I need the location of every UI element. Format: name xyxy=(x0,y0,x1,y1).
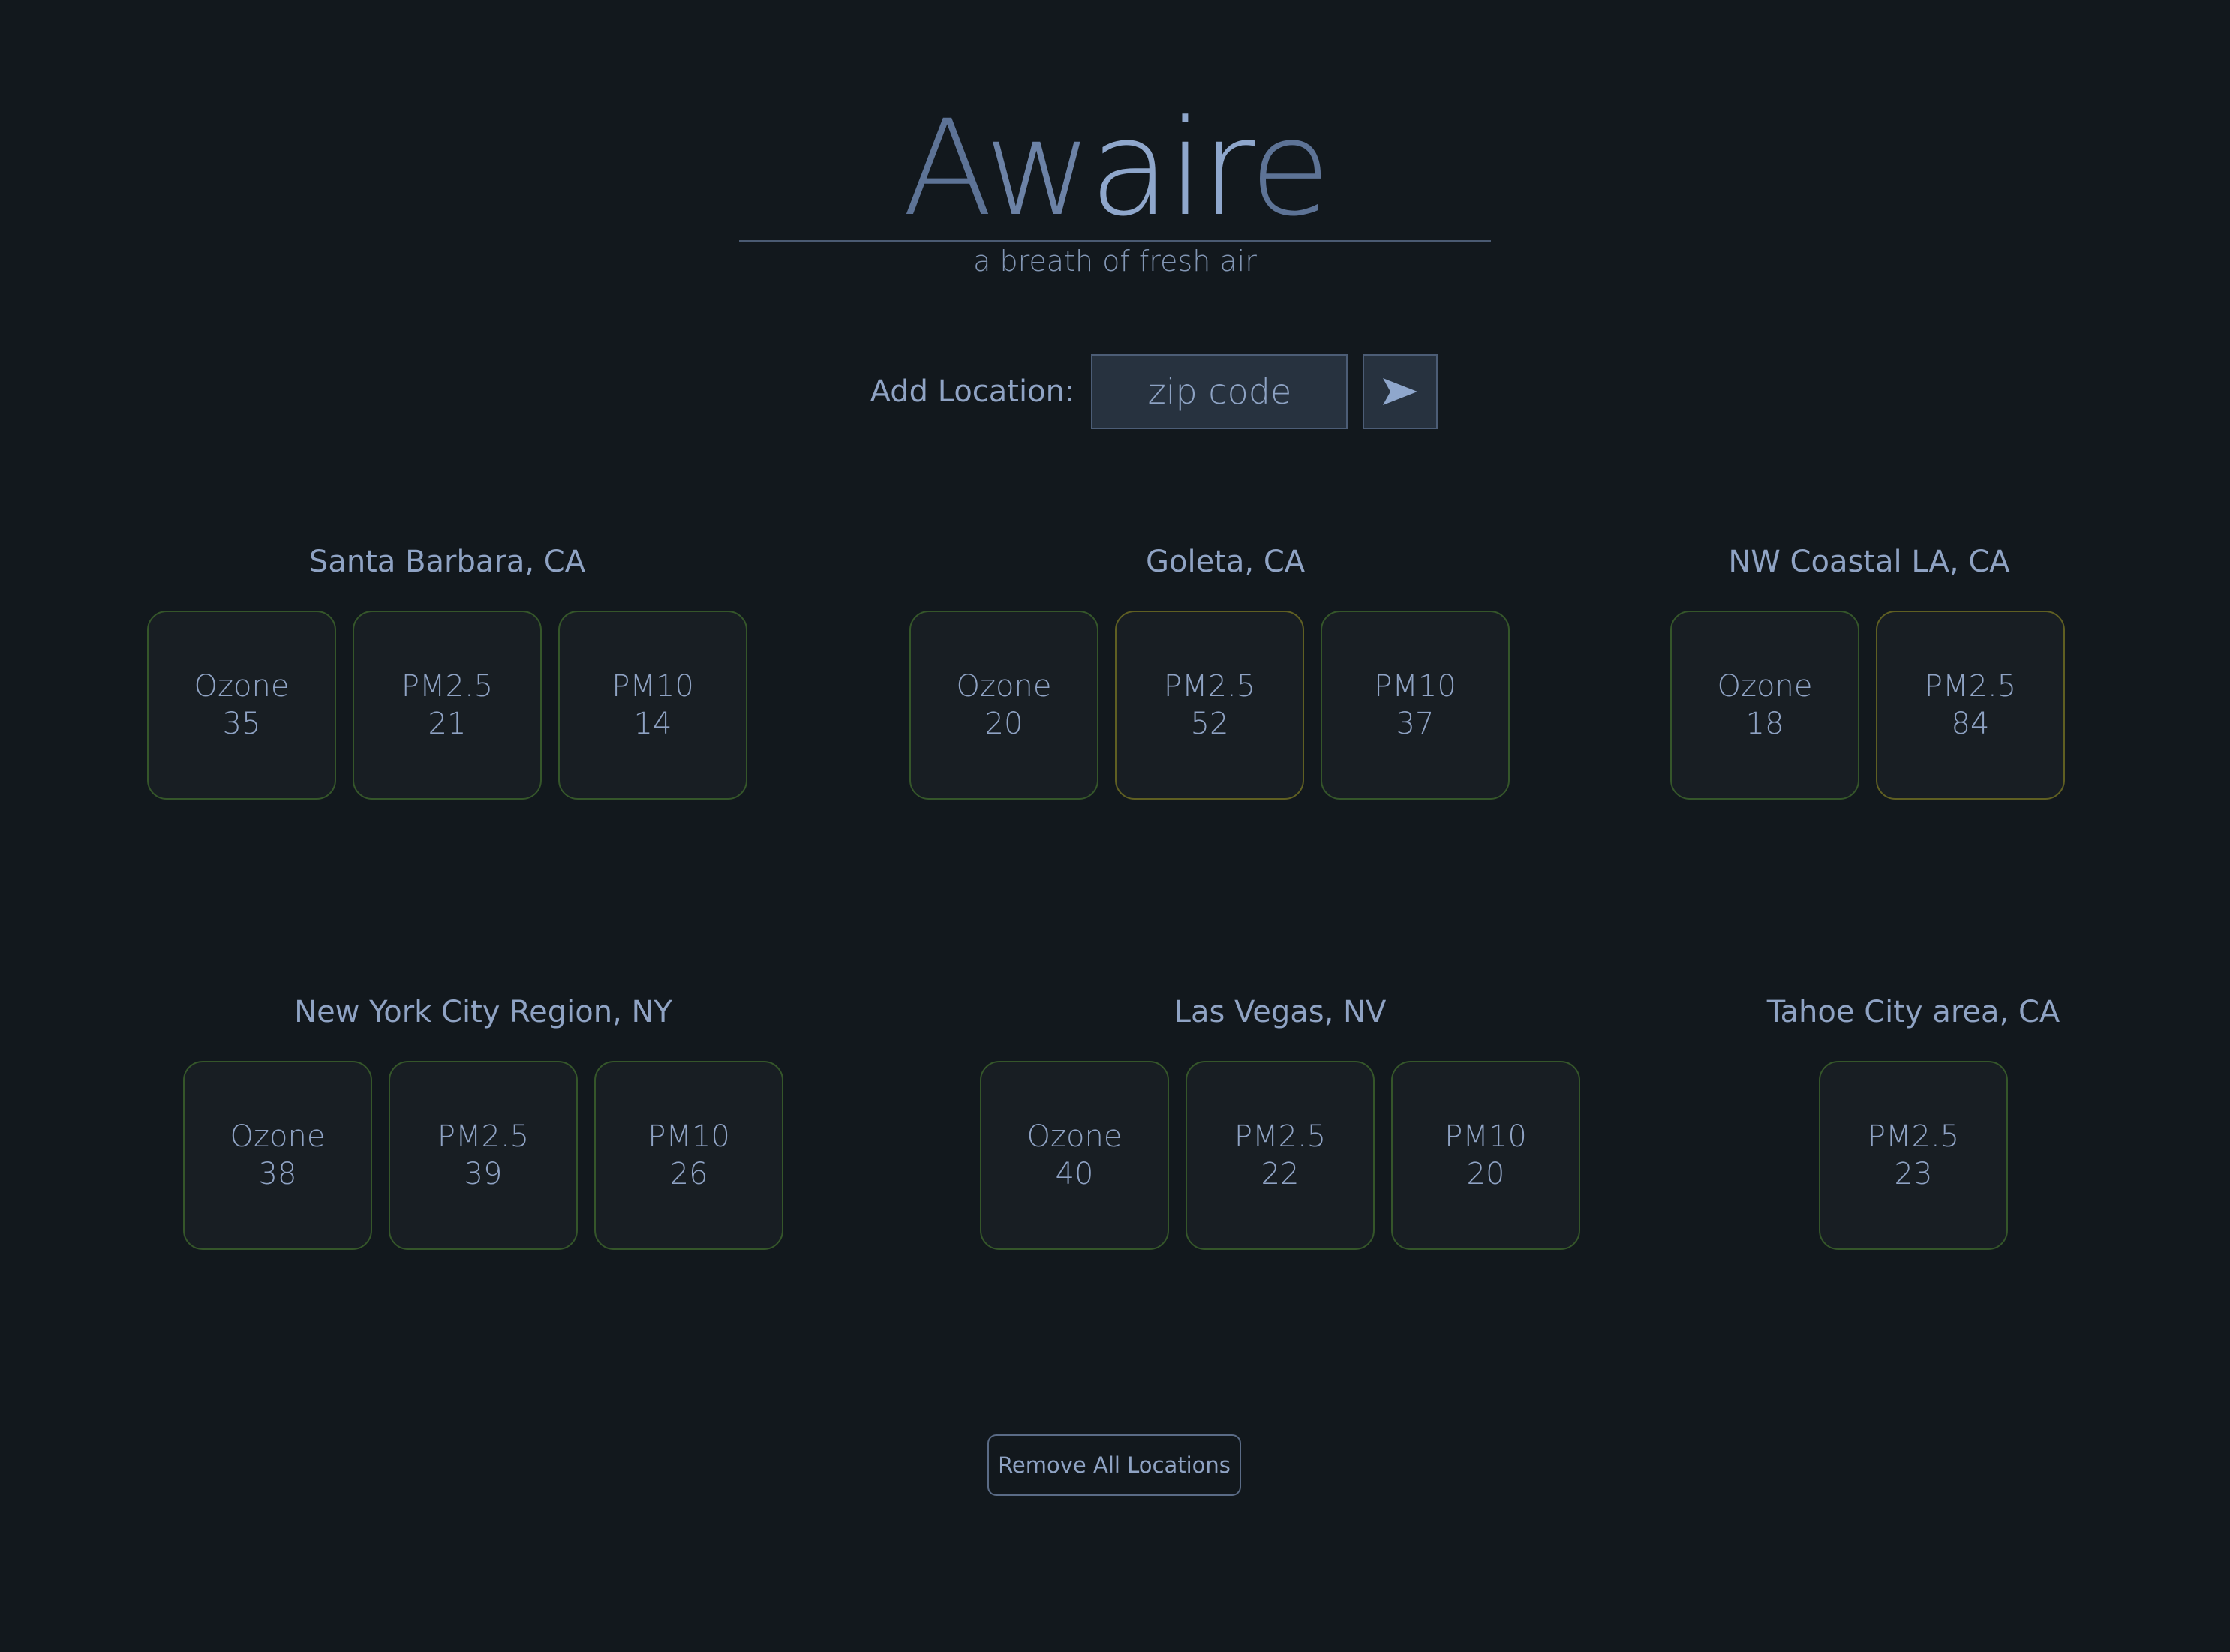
reading-tile-pm25: PM2.5 39 xyxy=(389,1061,578,1250)
reading-value: 21 xyxy=(428,707,467,741)
location-card: NW Coastal LA, CA Ozone 18 PM2.5 84 xyxy=(1670,543,2068,800)
reading-label: Ozone xyxy=(1026,1119,1123,1154)
reading-label: Ozone xyxy=(1717,669,1813,704)
send-arrow-icon xyxy=(1383,378,1418,405)
reading-label: Ozone xyxy=(194,669,290,704)
location-card: Tahoe City area, CA PM2.5 23 xyxy=(1718,993,2108,1250)
add-location-label: Add Location: xyxy=(870,374,1075,409)
add-location-submit-button[interactable] xyxy=(1363,354,1438,429)
tagline: a breath of fresh air xyxy=(973,245,1257,278)
reading-value: 18 xyxy=(1745,707,1784,741)
location-card: Las Vegas, NV Ozone 40 PM2.5 22 PM10 20 xyxy=(980,993,1580,1250)
reading-label: Ozone xyxy=(230,1119,326,1154)
location-card: Santa Barbara, CA Ozone 35 PM2.5 21 PM10… xyxy=(147,543,747,800)
reading-value: 23 xyxy=(1894,1157,1933,1191)
reading-tile-pm10: PM10 37 xyxy=(1321,611,1510,800)
reading-value: 20 xyxy=(1466,1157,1505,1191)
reading-value: 35 xyxy=(222,707,261,741)
reading-tile-ozone: Ozone 38 xyxy=(183,1061,372,1250)
location-name: New York City Region, NY xyxy=(294,995,672,1029)
location-name: Tahoe City area, CA xyxy=(1766,995,2060,1029)
reading-label: PM10 xyxy=(1374,669,1456,704)
location-card: New York City Region, NY Ozone 38 PM2.5 … xyxy=(183,993,783,1250)
reading-tile-pm25: PM2.5 84 xyxy=(1876,611,2065,800)
location-name: Las Vegas, NV xyxy=(1174,995,1387,1029)
location-name: Santa Barbara, CA xyxy=(308,545,586,579)
app-logo: Awaire xyxy=(902,92,1331,245)
reading-label: PM10 xyxy=(612,669,694,704)
location-name: Goleta, CA xyxy=(1146,545,1306,579)
reading-value: 52 xyxy=(1190,707,1229,741)
app-header: Awaire a breath of fresh air xyxy=(0,92,2230,278)
reading-tile-pm10: PM10 26 xyxy=(594,1061,783,1250)
reading-value: 14 xyxy=(633,707,672,741)
reading-tile-pm10: PM10 20 xyxy=(1391,1061,1580,1250)
reading-value: 37 xyxy=(1396,707,1435,741)
location-card: Goleta, CA Ozone 20 PM2.5 52 PM10 37 xyxy=(909,543,1510,800)
reading-value: 20 xyxy=(984,707,1023,741)
reading-value: 84 xyxy=(1951,707,1990,741)
reading-label: Ozone xyxy=(956,669,1052,704)
reading-value: 40 xyxy=(1055,1157,1094,1191)
reading-label: PM10 xyxy=(648,1119,730,1154)
reading-label: PM10 xyxy=(1444,1119,1527,1154)
reading-tile-pm10: PM10 14 xyxy=(558,611,747,800)
reading-label: PM2.5 xyxy=(1163,669,1256,704)
reading-tile-pm25: PM2.5 52 xyxy=(1115,611,1304,800)
reading-label: PM2.5 xyxy=(401,669,494,704)
reading-tile-ozone: Ozone 20 xyxy=(909,611,1098,800)
reading-value: 38 xyxy=(258,1157,297,1191)
reading-label: PM2.5 xyxy=(1924,669,2017,704)
reading-label: PM2.5 xyxy=(1867,1119,1960,1154)
reading-tile-ozone: Ozone 18 xyxy=(1670,611,1859,800)
reading-label: PM2.5 xyxy=(437,1119,530,1154)
remove-all-locations-button[interactable]: Remove All Locations xyxy=(987,1434,1241,1496)
reading-label: PM2.5 xyxy=(1234,1119,1327,1154)
reading-tile-ozone: Ozone 35 xyxy=(147,611,336,800)
reading-value: 39 xyxy=(464,1157,503,1191)
reading-value: 26 xyxy=(669,1157,708,1191)
reading-tile-pm25: PM2.5 22 xyxy=(1186,1061,1375,1250)
location-name: NW Coastal LA, CA xyxy=(1728,545,2010,579)
zip-code-input[interactable] xyxy=(1091,354,1348,429)
add-location-form: Add Location: xyxy=(0,354,2230,429)
reading-tile-pm25: PM2.5 21 xyxy=(353,611,542,800)
reading-tile-ozone: Ozone 40 xyxy=(980,1061,1169,1250)
reading-value: 22 xyxy=(1261,1157,1300,1191)
reading-tile-pm25: PM2.5 23 xyxy=(1819,1061,2008,1250)
